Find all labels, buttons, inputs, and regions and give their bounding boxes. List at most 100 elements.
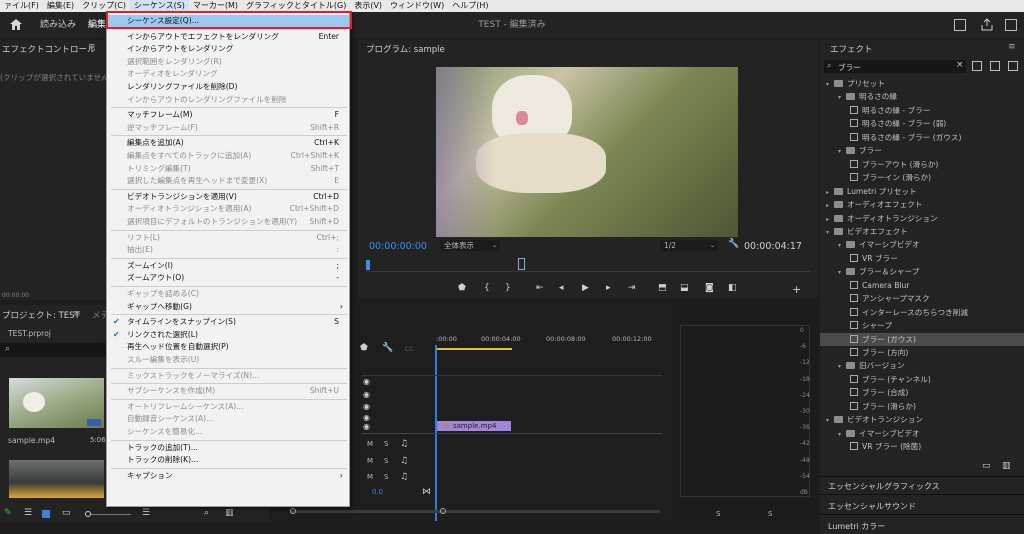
effect-item[interactable]: VR ブラー (除菌): [820, 440, 1024, 453]
effect-item[interactable]: ブラー (滑らか): [820, 400, 1024, 413]
menu-item[interactable]: ズームアウト(O) -: [107, 272, 349, 285]
project-search[interactable]: ⌕: [0, 343, 106, 357]
chevron-down-icon[interactable]: ▾: [826, 78, 834, 91]
eye-icon[interactable]: ◉: [363, 402, 370, 411]
new-folder-icon[interactable]: ▭: [982, 461, 991, 471]
menu-item[interactable]: ズームイン(I);: [107, 260, 349, 273]
go-to-in-icon[interactable]: ⇤: [536, 283, 544, 293]
mark-in-icon[interactable]: {: [484, 283, 490, 293]
effect-item[interactable]: シャープ: [820, 319, 1024, 332]
timeline-ruler[interactable]: :00:00 00:00:04:00 00:00:08:00 00:00:12:…: [436, 335, 672, 351]
effect-item[interactable]: 明るさの縁 - ブラー: [820, 104, 1024, 117]
accelerated-effects-icon[interactable]: [972, 61, 982, 71]
fit-dropdown[interactable]: 全体表示 ⌄: [440, 240, 500, 251]
eye-icon[interactable]: ◉: [363, 422, 370, 431]
microphone-icon[interactable]: ♫: [400, 472, 408, 482]
list-view-icon[interactable]: ☰: [24, 508, 32, 518]
menu-item[interactable]: ✔ タイムラインをスナップイン(S) S: [107, 316, 349, 329]
trash-icon[interactable]: ▥: [1002, 461, 1011, 471]
effect-item[interactable]: VR ブラー: [820, 252, 1024, 265]
wrench-icon[interactable]: 🔧: [382, 343, 393, 353]
project-title[interactable]: プロジェクト: TEST: [2, 309, 80, 321]
menu-item[interactable]: インからアウトでエフェクトをレンダリング Enter: [107, 31, 349, 44]
menu-item[interactable]: ビデオトランジションを適用(V) Ctrl+D: [107, 191, 349, 204]
essential-graphics-panel[interactable]: エッセンシャルグラフィックス: [828, 481, 940, 492]
clip-thumbnail-2[interactable]: [9, 460, 104, 498]
mute-button[interactable]: M: [367, 473, 373, 481]
effects-folder[interactable]: ▾ イマーシブビデオ: [820, 238, 1024, 251]
work-area-bar[interactable]: [436, 348, 512, 350]
chevron-down-icon[interactable]: ▾: [838, 360, 846, 373]
menu-item[interactable]: トラックの追加(T)...: [107, 442, 349, 455]
play-icon[interactable]: ▶: [582, 283, 589, 293]
tab-edit[interactable]: 編集: [88, 12, 106, 38]
effect-item[interactable]: 明るさの縁 - ブラー (弱): [820, 117, 1024, 130]
menu-item[interactable]: ✔ リンクされた選択(L): [107, 329, 349, 342]
menu-item[interactable]: キャプション ›: [107, 470, 349, 483]
effects-folder[interactable]: ▾ ブラー: [820, 144, 1024, 157]
effect-item[interactable]: ブラーアウト (滑らか): [820, 158, 1024, 171]
mute-button[interactable]: M: [367, 440, 373, 448]
chevron-right-icon[interactable]: ▸: [826, 199, 834, 212]
menu-item[interactable]: ギャップへ移動(G) ›: [107, 301, 349, 314]
eye-icon[interactable]: ◉: [363, 390, 370, 399]
effects-folder[interactable]: ▸ オーディオトランジション: [820, 212, 1024, 225]
compare-icon[interactable]: ◧: [728, 283, 737, 293]
chevron-right-icon[interactable]: ▸: [826, 213, 834, 226]
video-frame[interactable]: [436, 67, 738, 237]
solo-button[interactable]: S: [384, 473, 388, 481]
menu-1[interactable]: 編集(E): [43, 0, 78, 12]
effect-item[interactable]: ブラー (方向): [820, 346, 1024, 359]
chevron-down-icon[interactable]: ▾: [838, 266, 846, 279]
master-volume[interactable]: 0.0: [372, 488, 383, 496]
effects-search-input[interactable]: ⌕ ブラー ×: [824, 60, 966, 73]
tab-import[interactable]: 読み込み: [40, 12, 76, 38]
lumetri-color-panel[interactable]: Lumetri カラー: [828, 521, 885, 532]
menu-item[interactable]: マッチフレーム(M) F: [107, 109, 349, 122]
effects-folder[interactable]: ▾ 明るさの縁: [820, 90, 1024, 103]
solo-button[interactable]: S: [384, 457, 388, 465]
program-playhead[interactable]: [366, 260, 370, 270]
effects-folder[interactable]: ▾ プリセット: [820, 77, 1024, 90]
menu-item[interactable]: インからアウトをレンダリング: [107, 43, 349, 56]
yuv-effects-icon[interactable]: [1008, 61, 1018, 71]
chevron-down-icon[interactable]: ▾: [838, 91, 846, 104]
microphone-icon[interactable]: ♫: [400, 439, 408, 449]
menu-item[interactable]: 再生ヘッド位置を自動選択(P): [107, 341, 349, 354]
eye-icon[interactable]: ◉: [363, 377, 370, 386]
timeline-scrollbar[interactable]: [290, 508, 660, 514]
extract-icon[interactable]: ⬓: [680, 283, 689, 293]
menu-8[interactable]: ヘルプ(H): [448, 0, 492, 12]
effects-folder[interactable]: ▾ イマーシブビデオ: [820, 427, 1024, 440]
effects-folder[interactable]: ▾ 旧バージョン: [820, 359, 1024, 372]
effects-folder[interactable]: ▸ Lumetri プリセット: [820, 185, 1024, 198]
clear-icon[interactable]: ×: [956, 60, 964, 70]
panel-menu-icon[interactable]: ≡: [73, 309, 81, 319]
panel-menu-icon[interactable]: ≡: [1008, 42, 1016, 52]
go-to-out-icon[interactable]: ⇥: [628, 283, 636, 293]
effect-item[interactable]: ブラーイン (滑らか): [820, 171, 1024, 184]
home-icon[interactable]: [9, 18, 23, 31]
mute-button[interactable]: M: [367, 457, 373, 465]
sort-icon[interactable]: ☰: [142, 508, 150, 518]
mark-out-icon[interactable]: }: [505, 283, 511, 293]
effect-item[interactable]: ブラー (チャンネル): [820, 373, 1024, 386]
fullscreen-icon[interactable]: [1005, 19, 1017, 31]
trim-handle-icon[interactable]: ⋈: [422, 487, 431, 497]
marker-icon[interactable]: ⬟: [458, 283, 466, 293]
captions-icon[interactable]: CC: [405, 346, 413, 353]
solo-right[interactable]: S: [768, 510, 772, 518]
panel-menu-icon[interactable]: ≡: [88, 42, 96, 52]
effect-item[interactable]: ブラー (合成): [820, 386, 1024, 399]
chevron-down-icon[interactable]: ▾: [838, 428, 846, 441]
zoom-slider[interactable]: [91, 514, 131, 515]
trash-icon[interactable]: ▥: [225, 508, 234, 518]
effects-folder[interactable]: ▾ ブラー＆シャープ: [820, 265, 1024, 278]
effect-item[interactable]: Camera Blur: [820, 279, 1024, 292]
search-icon[interactable]: ⌕: [204, 508, 209, 518]
resolution-dropdown[interactable]: 1/2 ⌄: [660, 240, 718, 251]
share-icon[interactable]: [954, 19, 966, 31]
step-back-icon[interactable]: ◂: [559, 283, 564, 293]
add-button-icon[interactable]: +: [792, 283, 801, 296]
clip-thumbnail[interactable]: [9, 378, 104, 428]
